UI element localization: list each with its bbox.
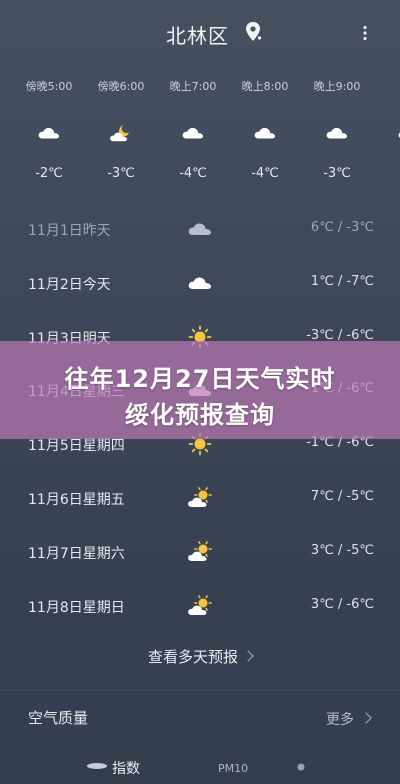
- cloud-icon: [182, 127, 204, 139]
- hourly-item: 晚上9:00 -3℃: [301, 78, 373, 181]
- hourly-time: 晚上9:00: [313, 80, 361, 93]
- divider: [0, 690, 400, 691]
- forecast-link-label: 查看多天预报: [147, 648, 238, 666]
- chevron-right-icon: [360, 712, 372, 724]
- day-label: 11月8日星期日: [28, 599, 125, 616]
- chevron-right-icon: [242, 650, 254, 662]
- cloud-icon: [38, 127, 60, 139]
- hourly-item: 晚上7:00 -4℃: [157, 78, 229, 181]
- cloud-icon: [326, 127, 348, 139]
- pm10-label: PM10: [218, 762, 249, 775]
- hourly-time: 晚上8:00: [241, 80, 289, 93]
- hourly-time: 晚上7:00: [169, 80, 217, 93]
- sun-icon: [297, 763, 305, 771]
- index-label[interactable]: 指数: [112, 758, 140, 778]
- day-temp-range: 6℃ / -3℃: [310, 220, 374, 235]
- day-row[interactable]: 11月1日昨天 6℃ / -3℃: [0, 205, 400, 253]
- view-multi-day-forecast-link[interactable]: 查看多天预报: [0, 646, 400, 667]
- title-banner: 往年12月27日天气实时 绥化预报查询: [0, 341, 400, 439]
- weather-screen: 北林区 傍晚5:00 -2℃ 傍晚6:00 -3℃ 晚上7:00 -4℃ 晚上8:00 -4℃…: [0, 0, 400, 784]
- day-row[interactable]: 11月8日星期日 3℃ / -6℃: [0, 582, 400, 630]
- day-label: 11月6日星期五: [28, 492, 125, 508]
- hourly-item: 晚: [373, 78, 400, 138]
- day-row[interactable]: 11月6日星期五 7℃ / -5℃: [0, 474, 400, 522]
- air-quality-title: 空气质量: [28, 709, 89, 727]
- cloud-icon: [398, 132, 400, 138]
- cloud-icon: [188, 277, 211, 289]
- day-temp-range: 7℃ / -5℃: [310, 489, 374, 504]
- cloud-icon: [254, 127, 276, 139]
- hourly-forecast[interactable]: 傍晚5:00 -2℃ 傍晚6:00 -3℃ 晚上7:00 -4℃ 晚上8:00 -4℃ 晚上9:…: [0, 78, 400, 188]
- hourly-temp: -3℃: [107, 166, 135, 181]
- cloud-icon: [188, 223, 211, 235]
- day-temp-range: 1℃ / -7℃: [310, 273, 374, 289]
- hourly-temp: -4℃: [179, 166, 207, 181]
- index-icon: [87, 763, 107, 769]
- day-temp-range: 3℃ / -5℃: [310, 542, 374, 558]
- banner-title-line-1: 往年12月27日天气实时: [64, 365, 336, 393]
- bottom-bar: 指数 PM10: [0, 752, 400, 784]
- hourly-item: 傍晚5:00 -2℃: [13, 78, 85, 181]
- day-label: 11月1日昨天: [28, 223, 111, 239]
- partly-cloudy-icon: [188, 594, 212, 615]
- header: 北林区: [0, 0, 400, 62]
- hourly-time: 傍晚6:00: [97, 80, 145, 93]
- hourly-temp: -4℃: [251, 166, 279, 181]
- hourly-time: 傍晚5:00: [25, 80, 73, 93]
- day-label: 11月2日今天: [28, 276, 111, 293]
- city-name[interactable]: 北林区: [166, 20, 229, 49]
- partly-cloudy-icon: [188, 540, 212, 561]
- day-row[interactable]: 11月7日星期六 3℃ / -5℃: [0, 528, 400, 576]
- location-pin-icon[interactable]: [245, 21, 263, 43]
- day-row[interactable]: 11月2日今天 1℃ / -7℃: [0, 259, 400, 307]
- hourly-temp: -2℃: [35, 166, 63, 181]
- moon-cloud-icon: [110, 124, 129, 142]
- day-label: 11月7日星期六: [28, 545, 125, 562]
- hourly-temp: -3℃: [323, 166, 351, 181]
- banner-title-line-2: 绥化预报查询: [125, 401, 275, 429]
- hourly-item: 晚上8:00 -4℃: [229, 78, 301, 181]
- hourly-item: 傍晚6:00 -3℃: [85, 78, 157, 181]
- hourly-time: 晚: [373, 78, 400, 94]
- day-temp-range: 3℃ / -6℃: [310, 596, 374, 612]
- air-quality-more-button[interactable]: 更多: [326, 709, 372, 729]
- more-vertical-icon[interactable]: [357, 25, 373, 41]
- air-quality-more-label: 更多: [326, 712, 354, 728]
- partly-cloudy-icon: [188, 487, 212, 507]
